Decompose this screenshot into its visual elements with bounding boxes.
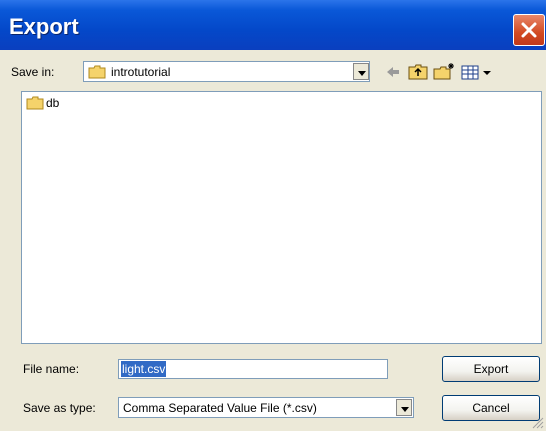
title-bar[interactable]: Export [0, 0, 546, 50]
window-title: Export [9, 14, 79, 39]
file-name-label: File name: [23, 362, 80, 376]
back-arrow-icon[interactable] [384, 61, 402, 83]
resize-grip-icon[interactable] [532, 417, 544, 429]
export-dialog: Export Save in: introtutorial db File na… [0, 0, 546, 431]
close-icon [521, 22, 537, 38]
close-button[interactable] [513, 14, 545, 46]
file-name-field[interactable]: light.csv [118, 359, 388, 379]
save-in-value: introtutorial [111, 65, 171, 79]
file-name-value: light.csv [121, 361, 167, 377]
folder-icon [26, 96, 44, 110]
save-as-type-dropdown-button[interactable] [396, 399, 412, 416]
list-item[interactable]: db [26, 96, 59, 110]
cancel-button[interactable]: Cancel [442, 395, 540, 421]
save-as-type-dropdown[interactable]: Comma Separated Value File (*.csv) [118, 397, 414, 418]
file-name-label: db [46, 96, 60, 110]
folder-icon [88, 65, 106, 79]
export-button[interactable]: Export [442, 356, 540, 382]
save-in-dropdown-button[interactable] [353, 63, 369, 80]
save-in-dropdown[interactable]: introtutorial [83, 61, 370, 82]
view-menu-icon[interactable] [460, 61, 496, 83]
new-folder-icon[interactable] [432, 61, 456, 83]
file-list[interactable]: db [21, 91, 542, 344]
save-as-type-label: Save as type: [23, 401, 96, 415]
up-folder-icon[interactable] [407, 61, 429, 83]
save-as-type-value: Comma Separated Value File (*.csv) [123, 401, 317, 415]
save-in-label: Save in: [11, 65, 55, 79]
